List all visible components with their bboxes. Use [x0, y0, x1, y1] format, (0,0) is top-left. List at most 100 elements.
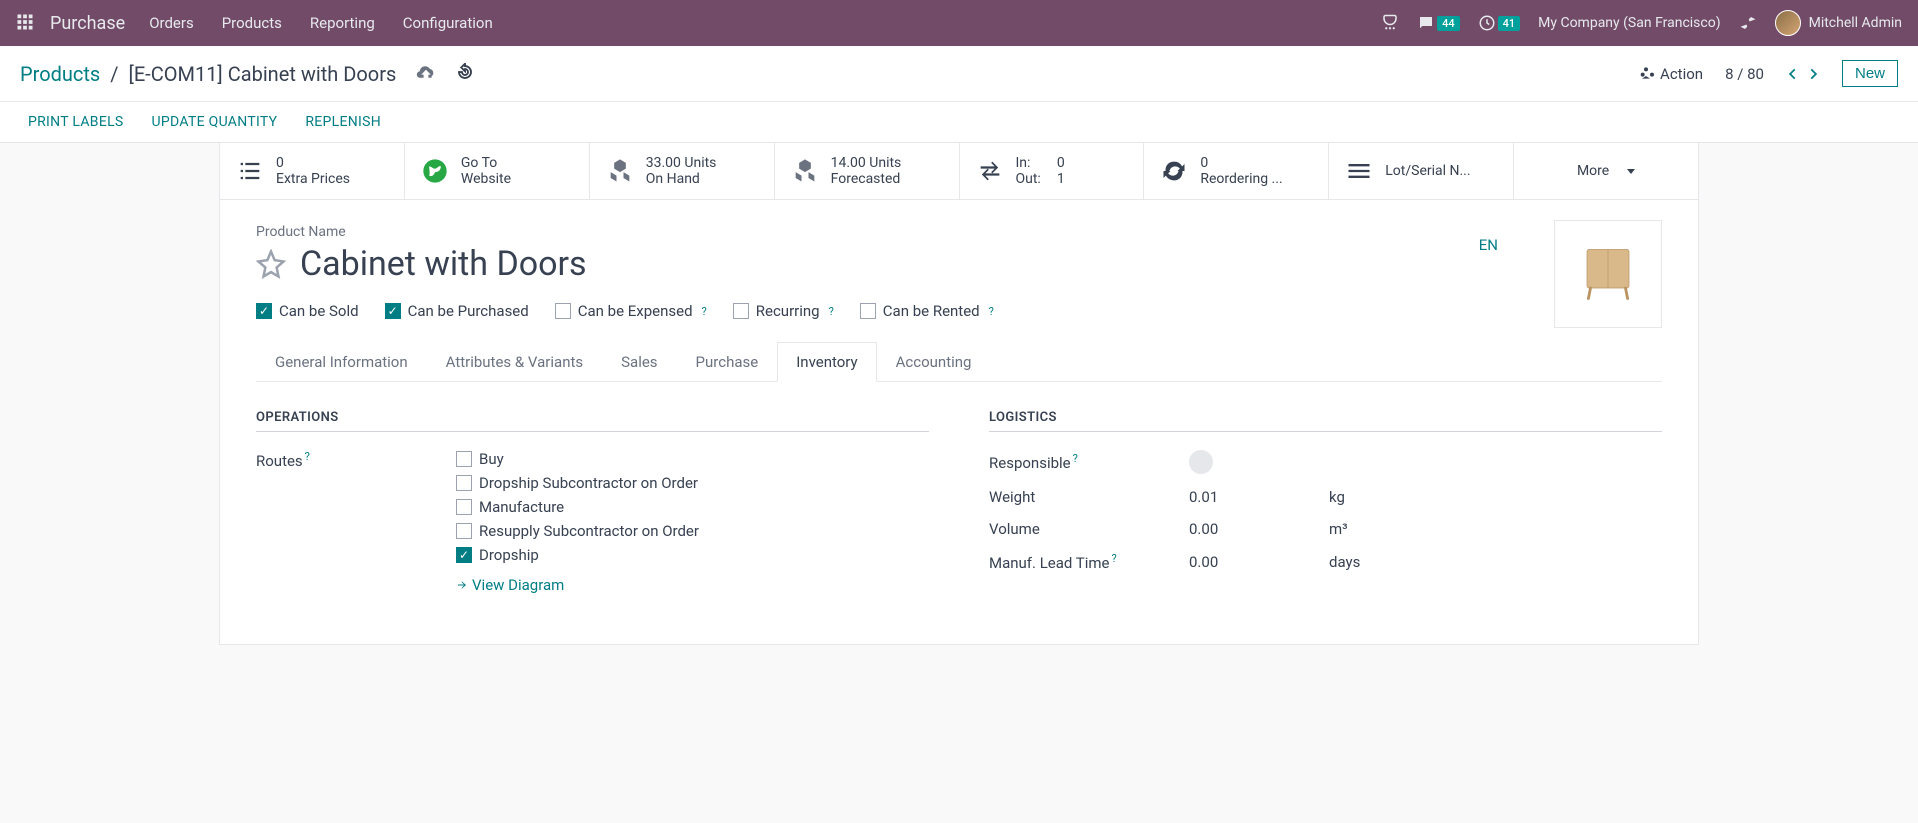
tab-accounting[interactable]: Accounting — [877, 342, 991, 382]
weight-value[interactable]: 0.01 — [1189, 488, 1329, 506]
globe-icon — [421, 157, 449, 185]
route-checkbox[interactable]: Manufacture — [456, 498, 929, 516]
view-diagram-link[interactable]: View Diagram — [456, 576, 929, 594]
print-labels-button[interactable]: PRINT LABELS — [28, 114, 124, 130]
routes-label: Routes — [256, 452, 303, 470]
company-switcher[interactable]: My Company (San Francisco) — [1538, 15, 1720, 31]
breadcrumb-sep: / — [110, 62, 118, 86]
stat-value: 0 — [1200, 155, 1282, 171]
messages-icon[interactable]: 44 — [1417, 14, 1460, 32]
activities-icon[interactable]: 41 — [1478, 14, 1521, 32]
help-icon[interactable]: ? — [305, 450, 310, 463]
favorite-star-icon[interactable] — [256, 249, 286, 279]
breadcrumb-root[interactable]: Products — [20, 62, 100, 86]
can-be-expensed-checkbox[interactable]: Can be Expensed? — [555, 302, 707, 320]
cloud-upload-icon[interactable] — [416, 62, 436, 86]
more-label: More — [1577, 163, 1609, 179]
stat-extra-prices[interactable]: 0Extra Prices — [220, 143, 405, 199]
debug-icon[interactable] — [1739, 14, 1757, 32]
tabs: General Information Attributes & Variant… — [256, 342, 1662, 382]
stat-value: 0 — [276, 155, 350, 171]
breadcrumb-current: [E-COM11] Cabinet with Doors — [129, 62, 397, 86]
app-name[interactable]: Purchase — [50, 13, 125, 34]
user-avatar — [1775, 10, 1801, 36]
stat-value: 14.00 Units — [831, 155, 902, 171]
manuf-lead-unit: days — [1329, 553, 1409, 571]
manuf-lead-value[interactable]: 0.00 — [1189, 553, 1329, 571]
refresh-icon — [1160, 157, 1188, 185]
product-name-label: Product Name — [256, 224, 1662, 240]
recurring-checkbox[interactable]: Recurring? — [733, 302, 834, 320]
nav-configuration[interactable]: Configuration — [403, 14, 493, 32]
update-quantity-button[interactable]: UPDATE QUANTITY — [152, 114, 278, 130]
form-area: Product Name Cabinet with Doors EN Can b… — [219, 200, 1699, 645]
bars-icon — [1345, 157, 1373, 185]
user-name: Mitchell Admin — [1809, 15, 1902, 31]
help-icon[interactable]: ? — [989, 305, 994, 318]
can-be-purchased-checkbox[interactable]: Can be Purchased — [385, 302, 529, 320]
messages-badge: 44 — [1437, 16, 1460, 31]
nav-reporting[interactable]: Reporting — [310, 14, 375, 32]
stat-reordering[interactable]: 0Reordering ... — [1144, 143, 1329, 199]
stat-value: Go To — [461, 155, 511, 171]
volume-label: Volume — [989, 520, 1189, 538]
stat-label: Reordering ... — [1200, 171, 1282, 187]
responsible-avatar[interactable] — [1189, 450, 1213, 474]
action-dropdown[interactable]: Action — [1638, 65, 1703, 83]
nav-orders[interactable]: Orders — [149, 14, 194, 32]
apps-icon[interactable] — [16, 13, 36, 33]
stat-onhand[interactable]: 33.00 UnitsOn Hand — [590, 143, 775, 199]
boxes-icon — [606, 157, 634, 185]
transfer-icon — [976, 157, 1004, 185]
pager-next[interactable] — [1806, 67, 1820, 81]
language-button[interactable]: EN — [1479, 236, 1498, 254]
action-bar: PRINT LABELS UPDATE QUANTITY REPLENISH — [0, 102, 1918, 143]
tab-purchase[interactable]: Purchase — [677, 342, 778, 382]
in-value: 0 — [1057, 155, 1065, 171]
route-checkbox[interactable]: Resupply Subcontractor on Order — [456, 522, 929, 540]
help-icon[interactable]: ? — [702, 305, 707, 318]
undo-icon[interactable] — [456, 62, 474, 86]
can-be-rented-checkbox[interactable]: Can be Rented? — [860, 302, 994, 320]
stat-value: 33.00 Units — [646, 155, 717, 171]
pager[interactable]: 8 / 80 — [1725, 65, 1764, 83]
tab-general-information[interactable]: General Information — [256, 342, 427, 382]
new-button[interactable]: New — [1842, 60, 1898, 87]
volume-unit: m³ — [1329, 520, 1409, 538]
out-value: 1 — [1057, 171, 1065, 187]
route-checkbox[interactable]: Dropship — [456, 546, 929, 564]
product-name[interactable]: Cabinet with Doors — [300, 244, 587, 284]
help-icon[interactable]: ? — [829, 305, 834, 318]
responsible-label: Responsible — [989, 454, 1071, 472]
help-icon[interactable]: ? — [1111, 552, 1116, 565]
help-icon[interactable]: ? — [1073, 452, 1078, 465]
stat-website[interactable]: Go ToWebsite — [405, 143, 590, 199]
volume-value[interactable]: 0.00 — [1189, 520, 1329, 538]
stat-label: Extra Prices — [276, 171, 350, 187]
logistics-title: LOGISTICS — [989, 410, 1662, 432]
nav-products[interactable]: Products — [222, 14, 282, 32]
phone-icon[interactable] — [1381, 14, 1399, 32]
product-image[interactable] — [1554, 220, 1662, 328]
operations-title: OPERATIONS — [256, 410, 929, 432]
tab-sales[interactable]: Sales — [602, 342, 676, 382]
route-checkbox[interactable]: Dropship Subcontractor on Order — [456, 474, 929, 492]
activities-badge: 41 — [1498, 16, 1521, 31]
action-label: Action — [1660, 65, 1703, 83]
route-checkbox[interactable]: Buy — [456, 450, 929, 468]
topbar: Purchase Orders Products Reporting Confi… — [0, 0, 1918, 46]
stat-lot-serial[interactable]: Lot/Serial N... — [1329, 143, 1514, 199]
stat-label: On Hand — [646, 171, 717, 187]
replenish-button[interactable]: REPLENISH — [305, 114, 381, 130]
user-menu[interactable]: Mitchell Admin — [1775, 10, 1902, 36]
header: Products / [E-COM11] Cabinet with Doors … — [0, 46, 1918, 102]
pager-prev[interactable] — [1786, 67, 1800, 81]
tab-inventory[interactable]: Inventory — [777, 342, 876, 382]
stat-in-out[interactable]: In:0 Out:1 — [960, 143, 1145, 199]
stat-more[interactable]: More — [1514, 143, 1698, 199]
tab-attributes-variants[interactable]: Attributes & Variants — [427, 342, 602, 382]
operations-section: OPERATIONS Routes? Buy Dropship Subcontra… — [256, 410, 929, 604]
can-be-sold-checkbox[interactable]: Can be Sold — [256, 302, 359, 320]
stat-forecasted[interactable]: 14.00 UnitsForecasted — [775, 143, 960, 199]
chevron-down-icon — [1627, 169, 1635, 174]
